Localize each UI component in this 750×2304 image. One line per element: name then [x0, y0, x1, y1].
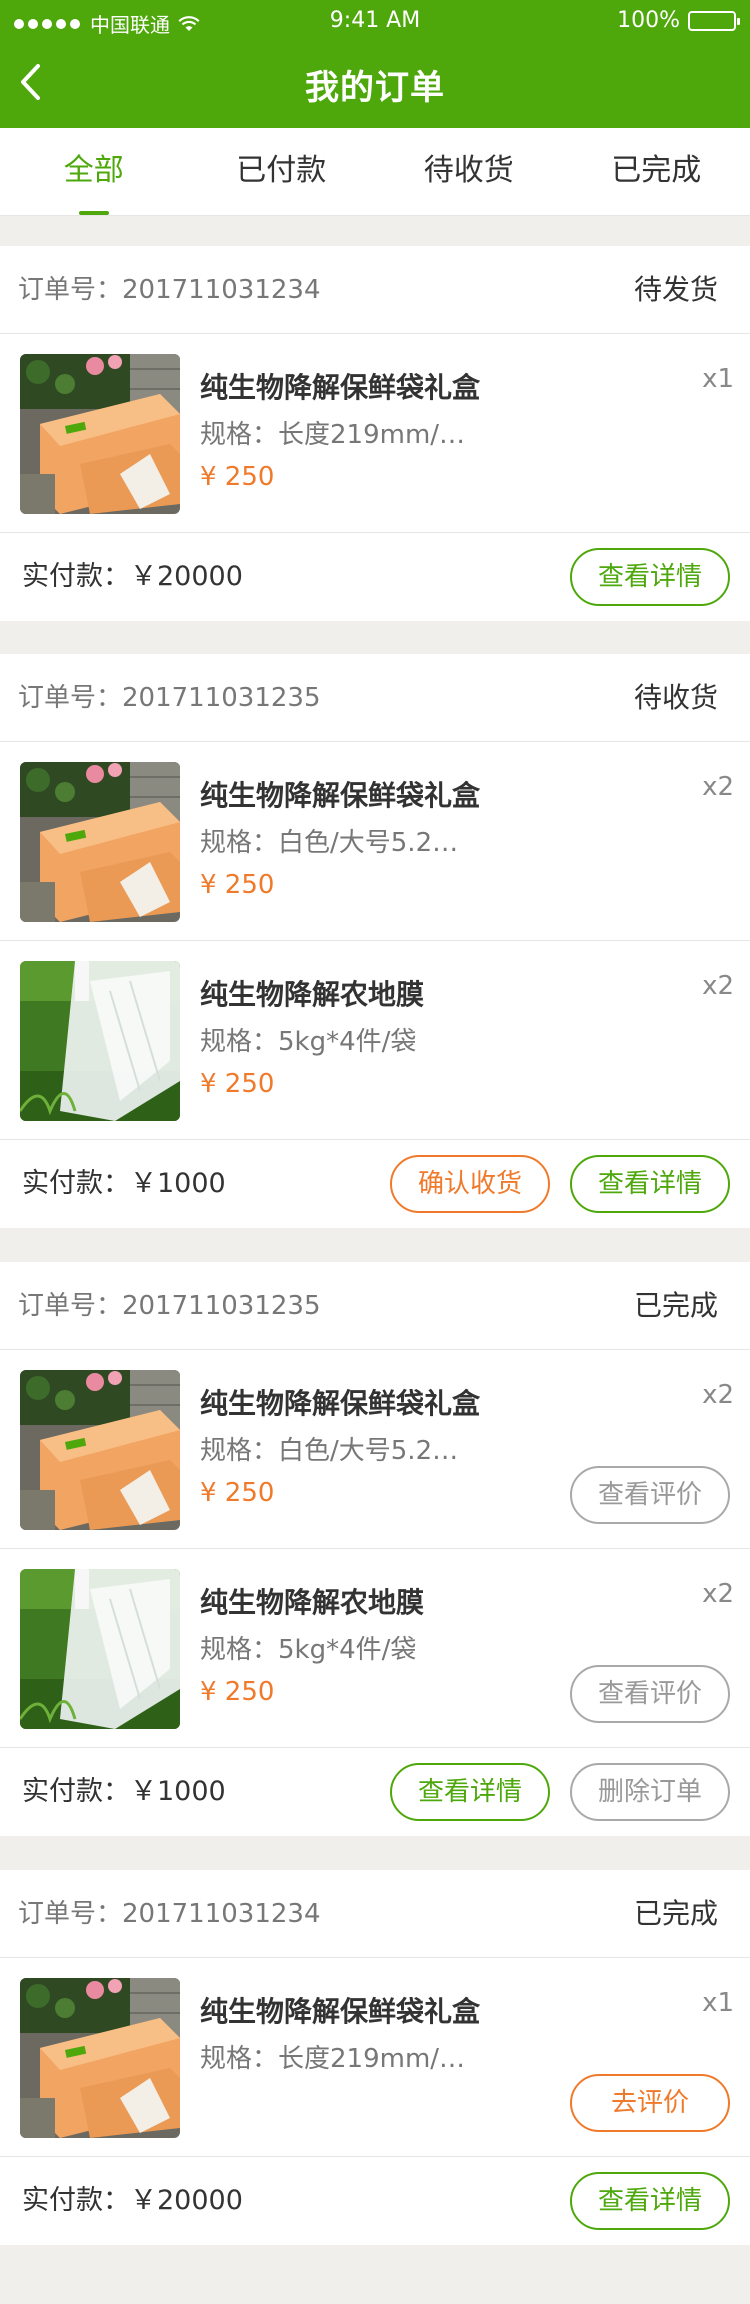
order-status: 待收货 — [633, 681, 718, 714]
item-quantity: x2 — [702, 1579, 734, 1609]
film-roll-image — [20, 1569, 180, 1729]
status-bar: 中国联通 9:41 AM 100% — [0, 0, 750, 40]
tab-completed[interactable]: 已完成 — [563, 128, 750, 215]
battery-percent: 100% — [617, 8, 680, 33]
paid-amount: 实付款：￥20000 — [22, 2185, 243, 2216]
order-status: 已完成 — [633, 1897, 718, 1930]
paid-amount: 实付款：￥20000 — [22, 561, 243, 592]
order-footer: 实付款：￥20000 查看详情 — [0, 533, 750, 621]
order-tabs: 全部 已付款 待收货 已完成 — [0, 128, 750, 216]
order-number: 订单号：201711031234 — [18, 275, 321, 305]
item-spec: 规格：长度219mm/… — [200, 420, 466, 450]
gift-box-image — [20, 354, 180, 514]
item-spec: 规格：白色/大号5.2… — [200, 828, 459, 858]
order-card: 订单号：201711031234 已完成 纯生物降解保鲜袋礼盒 规格：长度219… — [0, 1870, 750, 2245]
order-number: 订单号：201711031235 — [18, 1291, 321, 1321]
item-price: ¥ 250 — [200, 1069, 275, 1099]
gift-box-image — [20, 762, 180, 922]
item-quantity: x2 — [702, 772, 734, 802]
order-status: 待发货 — [633, 273, 718, 306]
item-name: 纯生物降解农地膜 — [200, 1586, 425, 1619]
delete-order-button[interactable]: 删除订单 — [570, 1763, 730, 1821]
order-footer: 实付款：￥1000 查看详情 删除订单 — [0, 1748, 750, 1836]
paid-amount: 实付款：￥1000 — [22, 1776, 226, 1807]
item-name: 纯生物降解农地膜 — [200, 978, 425, 1011]
write-review-button[interactable]: 去评价 — [570, 2074, 730, 2132]
view-details-button[interactable]: 查看详情 — [390, 1763, 550, 1821]
order-header: 订单号：201711031235 待收货 — [0, 654, 750, 742]
item-spec: 规格：白色/大号5.2… — [200, 1436, 459, 1466]
order-item[interactable]: 纯生物降解保鲜袋礼盒 规格：白色/大号5.2… ¥ 250 x2 — [0, 742, 750, 941]
battery-icon — [688, 10, 740, 31]
order-item[interactable]: 纯生物降解保鲜袋礼盒 规格：白色/大号5.2… ¥ 250 x2 查看评价 — [0, 1350, 750, 1549]
view-details-button[interactable]: 查看详情 — [570, 548, 730, 606]
order-footer: 实付款：￥20000 查看详情 — [0, 2157, 750, 2245]
view-details-button[interactable]: 查看详情 — [570, 2172, 730, 2230]
item-name: 纯生物降解保鲜袋礼盒 — [200, 1387, 481, 1420]
order-header: 订单号：201711031235 已完成 — [0, 1262, 750, 1350]
order-item[interactable]: 纯生物降解保鲜袋礼盒 规格：长度219mm/… x1 去评价 — [0, 1958, 750, 2157]
order-item[interactable]: 纯生物降解保鲜袋礼盒 规格：长度219mm/… ¥ 250 x1 — [0, 334, 750, 533]
order-card: 订单号：201711031235 已完成 纯生物降解保鲜袋礼盒 规格：白色/大号… — [0, 1262, 750, 1836]
tab-awaiting-receipt[interactable]: 待收货 — [375, 128, 563, 215]
item-name: 纯生物降解保鲜袋礼盒 — [200, 1995, 481, 2028]
order-card: 订单号：201711031234 待发货 纯生物降解保鲜袋礼盒 规格：长度219… — [0, 246, 750, 621]
tab-all[interactable]: 全部 — [0, 128, 188, 215]
item-name: 纯生物降解保鲜袋礼盒 — [200, 779, 481, 812]
view-review-button[interactable]: 查看评价 — [570, 1665, 730, 1723]
order-number: 订单号：201711031234 — [18, 1899, 321, 1929]
item-price: ¥ 250 — [200, 1478, 275, 1508]
item-quantity: x2 — [702, 971, 734, 1001]
view-details-button[interactable]: 查看详情 — [570, 1155, 730, 1213]
item-spec: 规格：5kg*4件/袋 — [200, 1027, 417, 1057]
order-footer: 实付款：￥1000 确认收货 查看详情 — [0, 1140, 750, 1228]
item-quantity: x1 — [702, 364, 734, 394]
order-header: 订单号：201711031234 待发货 — [0, 246, 750, 334]
tab-paid[interactable]: 已付款 — [188, 128, 376, 215]
order-status: 已完成 — [633, 1289, 718, 1322]
paid-amount: 实付款：￥1000 — [22, 1168, 226, 1199]
view-review-button[interactable]: 查看评价 — [570, 1466, 730, 1524]
order-item[interactable]: 纯生物降解农地膜 规格：5kg*4件/袋 ¥ 250 x2 — [0, 941, 750, 1140]
order-item[interactable]: 纯生物降解农地膜 规格：5kg*4件/袋 ¥ 250 x2 查看评价 — [0, 1549, 750, 1748]
gift-box-image — [20, 1978, 180, 2138]
item-name: 纯生物降解保鲜袋礼盒 — [200, 371, 481, 404]
order-number: 订单号：201711031235 — [18, 683, 321, 713]
app-header: 中国联通 9:41 AM 100% 我的订单 — [0, 0, 750, 128]
item-quantity: x1 — [702, 1988, 734, 2018]
confirm-receipt-button[interactable]: 确认收货 — [390, 1155, 550, 1213]
item-price: ¥ 250 — [200, 1677, 275, 1707]
item-quantity: x2 — [702, 1380, 734, 1410]
item-spec: 规格：5kg*4件/袋 — [200, 1635, 417, 1665]
item-price: ¥ 250 — [200, 462, 275, 492]
item-price: ¥ 250 — [200, 870, 275, 900]
order-header: 订单号：201711031234 已完成 — [0, 1870, 750, 1958]
status-bar-right: 100% — [617, 8, 740, 33]
page-title: 我的订单 — [305, 68, 445, 108]
film-roll-image — [20, 961, 180, 1121]
item-spec: 规格：长度219mm/… — [200, 2044, 466, 2074]
order-card: 订单号：201711031235 待收货 纯生物降解保鲜袋礼盒 规格：白色/大号… — [0, 654, 750, 1228]
gift-box-image — [20, 1370, 180, 1530]
